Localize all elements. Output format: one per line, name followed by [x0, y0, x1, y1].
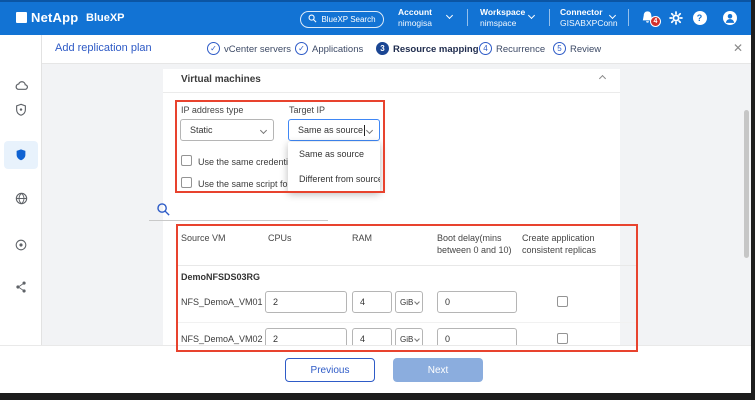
header-divider [467, 9, 468, 26]
table-header-divider [178, 265, 636, 266]
account-value: nimogisa [398, 18, 468, 29]
chevron-down-icon [260, 126, 267, 133]
step-label-applications[interactable]: Applications [312, 44, 363, 55]
vertical-scrollbar[interactable] [744, 110, 749, 258]
step-circle-applications: ✓ [295, 42, 308, 55]
window-right-edge [751, 0, 755, 400]
step-label-recurrence[interactable]: Recurrence [496, 44, 545, 55]
app-consistent-checkbox[interactable] [557, 333, 568, 344]
ip-address-type-value: Static [190, 125, 213, 135]
header-divider [628, 9, 629, 26]
netapp-logo-icon [16, 12, 27, 23]
connector-selector[interactable]: Connector GISABXPConn [560, 7, 630, 29]
target-ip-dropdown-menu: Same as source Different from source [288, 142, 380, 192]
step-circle-review: 5 [553, 42, 566, 55]
col-create-app-consistent: Create applicationconsistent replicas [522, 232, 596, 256]
step-label-resource-mapping[interactable]: Resource mapping [393, 44, 479, 55]
check-icon: ✓ [210, 44, 217, 53]
window-top-edge [0, 0, 755, 2]
dropdown-option-different-from-source[interactable]: Different from source [288, 167, 380, 192]
col-boot-delay: Boot delay(minsbetween 0 and 10) [437, 232, 512, 256]
step-number: 4 [483, 44, 487, 53]
ip-address-type-select[interactable]: Static [180, 119, 274, 141]
step-circle-recurrence: 4 [479, 42, 492, 55]
chevron-down-icon [366, 126, 373, 133]
page-title: Add replication plan [55, 42, 152, 54]
same-script-checkbox[interactable] [181, 177, 192, 188]
nav-mobility-globe-icon[interactable] [13, 190, 29, 206]
help-icon[interactable]: ? [692, 10, 707, 25]
nav-storage-cloud-icon[interactable] [13, 78, 29, 94]
previous-button[interactable]: Previous [285, 358, 375, 382]
connector-label: Connector [560, 7, 630, 18]
nav-governance-share-icon[interactable] [13, 279, 29, 295]
same-credentials-checkbox[interactable] [181, 155, 192, 166]
card-divider [163, 92, 620, 93]
table-search-icon[interactable] [156, 202, 171, 222]
settings-gear-icon[interactable] [668, 10, 683, 25]
search-label: BlueXP Search [321, 15, 375, 24]
cpus-input[interactable] [265, 291, 347, 313]
ram-unit-select[interactable]: GiB [395, 291, 423, 313]
brand-product: BlueXP [86, 12, 125, 24]
ram-input[interactable] [352, 291, 392, 313]
target-ip-select[interactable]: Same as source [288, 119, 380, 141]
search-icon [308, 14, 317, 25]
nav-health-shield-icon[interactable] [13, 102, 29, 118]
ram-unit-value: GiB [400, 298, 413, 307]
left-nav-sidebar [0, 35, 42, 345]
app-header: NetApp BlueXP BlueXP Search Account nimo… [0, 0, 755, 35]
search-input[interactable] [149, 220, 328, 221]
step-circle-vcenter: ✓ [207, 42, 220, 55]
vm-group-row: DemoNFSDS03RG [181, 272, 260, 282]
section-title: Virtual machines [181, 74, 261, 85]
close-icon[interactable]: ✕ [733, 41, 743, 55]
ram-unit-value: GiB [400, 335, 413, 344]
account-selector[interactable]: Account nimogisa [398, 7, 468, 29]
table-row-divider [178, 322, 636, 323]
nav-extensions-target-icon[interactable] [13, 237, 29, 253]
step-circle-resource-mapping: 3 [376, 42, 389, 55]
boot-delay-input[interactable] [437, 291, 517, 313]
workspace-selector[interactable]: Workspace nimspace [480, 7, 550, 29]
connector-value: GISABXPConn [560, 18, 630, 29]
col-ram: RAM [352, 232, 372, 244]
step-number: 3 [380, 44, 384, 53]
user-profile-icon[interactable] [722, 10, 737, 25]
target-ip-label: Target IP [289, 105, 325, 115]
step-label-review[interactable]: Review [570, 44, 601, 55]
workspace-value: nimspace [480, 18, 550, 29]
chevron-down-icon [415, 299, 421, 305]
wizard-footer [0, 345, 755, 393]
next-button[interactable]: Next [393, 358, 483, 382]
app-consistent-checkbox[interactable] [557, 296, 568, 307]
vm-name: NFS_DemoA_VM01 [181, 297, 263, 307]
target-ip-value: Same as source [298, 125, 363, 135]
help-question-glyph: ? [697, 13, 703, 23]
vm-name: NFS_DemoA_VM02 [181, 334, 263, 344]
dropdown-option-same-as-source[interactable]: Same as source [288, 142, 380, 167]
ip-address-type-label: IP address type [181, 105, 243, 115]
window-bottom-edge [0, 393, 755, 400]
header-divider [549, 9, 550, 26]
col-source-vm: Source VM [181, 232, 226, 244]
nav-protection-shield-icon[interactable] [13, 147, 29, 163]
bluexp-search-button[interactable]: BlueXP Search [300, 11, 384, 28]
workspace-label: Workspace [480, 7, 550, 18]
chevron-down-icon [415, 336, 421, 342]
account-label: Account [398, 7, 468, 18]
step-number: 5 [557, 44, 561, 53]
step-label-vcenter[interactable]: vCenter servers [224, 44, 291, 55]
check-icon: ✓ [298, 44, 305, 53]
notification-badge: 4 [650, 16, 661, 27]
brand-netapp: NetApp [31, 10, 78, 25]
col-cpus: CPUs [268, 232, 292, 244]
